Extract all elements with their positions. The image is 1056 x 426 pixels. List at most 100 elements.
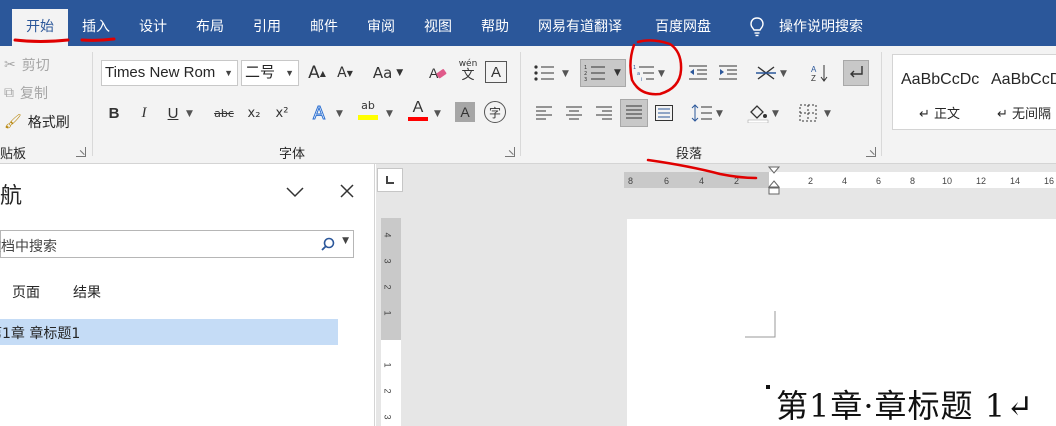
chevron-down-icon[interactable]: ▼: [658, 69, 665, 79]
close-icon[interactable]: [340, 184, 354, 198]
tab-home[interactable]: 开始: [12, 9, 68, 46]
text-effects-icon: A: [312, 102, 325, 123]
font-size-combobox[interactable]: 二号 ▼: [241, 60, 299, 86]
clear-formatting-button[interactable]: A: [426, 61, 450, 85]
ribbon-tab-bar: 开始 插入 设计 布局 引用 邮件 审阅 视图 帮助 网易有道翻译 百度网盘 操…: [0, 0, 1056, 46]
chevron-down-icon[interactable]: ▼: [824, 109, 831, 119]
text-effects-button[interactable]: A: [307, 101, 331, 125]
font-group-label: 字体: [279, 147, 306, 162]
tab-youdao-translate[interactable]: 网易有道翻译: [538, 0, 622, 46]
ruler-tick: 3: [382, 414, 393, 420]
decrease-indent-button[interactable]: [686, 61, 710, 85]
tab-baidu-netdisk[interactable]: 百度网盘: [655, 0, 711, 46]
underline-button[interactable]: U: [161, 101, 185, 125]
multilevel-list-button[interactable]: 1ai: [632, 61, 656, 85]
copy-button[interactable]: ⧉ 复制: [4, 83, 48, 103]
character-border-button[interactable]: A: [485, 61, 507, 83]
nav-pane-title: 导航: [0, 184, 23, 209]
style-normal-name[interactable]: ↵ 正文: [919, 103, 960, 122]
style-no-spacing-name[interactable]: ↵ 无间隔: [997, 103, 1051, 122]
font-dialog-launcher-icon[interactable]: [505, 147, 515, 157]
chevron-down-icon[interactable]: ▼: [772, 109, 779, 119]
tab-insert[interactable]: 插入: [82, 0, 110, 46]
chevron-down-icon[interactable]: ▼: [716, 109, 723, 119]
clipboard-dialog-launcher-icon[interactable]: [76, 147, 86, 157]
tab-layout[interactable]: 布局: [196, 0, 224, 46]
line-spacing-button[interactable]: [690, 101, 714, 125]
tab-review[interactable]: 审阅: [367, 0, 395, 46]
subscript-button[interactable]: x₂: [242, 101, 266, 125]
change-case-button[interactable]: Aa ▼: [370, 61, 406, 85]
chevron-down-icon[interactable]: ▼: [186, 109, 193, 119]
nav-heading-item[interactable]: 第1章 章标题1: [0, 319, 338, 345]
nav-search-input[interactable]: 在文档中搜索 ▼: [0, 230, 354, 258]
tab-selector[interactable]: [377, 168, 403, 192]
sort-button[interactable]: AZ: [808, 61, 832, 85]
strikethrough-icon: abc: [214, 106, 234, 120]
align-left-button[interactable]: [532, 101, 556, 125]
enclose-characters-button[interactable]: 字: [484, 101, 506, 123]
numbering-button[interactable]: 123 ▼: [580, 59, 626, 87]
ruler-margin-left: [624, 172, 769, 188]
horizontal-ruler[interactable]: 8 6 4 2 2 4 6 8 10 12 14 16: [624, 166, 1056, 195]
superscript-button[interactable]: x²: [270, 101, 294, 125]
paragraph-mark-icon: [850, 66, 863, 78]
chevron-down-icon[interactable]: ▼: [780, 69, 787, 79]
character-shading-button[interactable]: A: [455, 102, 475, 122]
tab-help[interactable]: 帮助: [481, 0, 509, 46]
lightbulb-icon[interactable]: [749, 17, 765, 37]
chevron-down-icon[interactable]: ▼: [336, 109, 343, 119]
underline-icon: U: [167, 104, 179, 122]
borders-icon: [799, 104, 817, 122]
format-painter-button[interactable]: 🖌 格式刷: [4, 112, 70, 132]
shading-button[interactable]: [746, 101, 770, 125]
justify-button[interactable]: [620, 99, 648, 127]
chevron-down-icon[interactable]: ▼: [386, 109, 393, 119]
font-name-combobox[interactable]: Times New Rom ▼: [101, 60, 238, 86]
vertical-ruler[interactable]: 4 3 2 1 1 2 3: [381, 218, 401, 426]
grow-font-button[interactable]: A ▲: [305, 61, 329, 85]
tab-references[interactable]: 引用: [253, 0, 281, 46]
align-center-button[interactable]: [562, 101, 586, 125]
bold-button[interactable]: B: [102, 101, 126, 125]
shrink-font-icon: A: [337, 65, 347, 81]
show-hide-marks-button[interactable]: [843, 60, 869, 86]
indent-marker-icon[interactable]: [768, 166, 780, 196]
chevron-down-icon[interactable]: ▼: [285, 61, 294, 85]
shrink-font-button[interactable]: A ▼: [333, 61, 357, 85]
chevron-down-icon[interactable]: ▼: [434, 109, 441, 119]
strikethrough-button[interactable]: abc: [210, 101, 238, 125]
nav-tab-results[interactable]: 结果: [73, 282, 101, 302]
search-icon[interactable]: [321, 237, 335, 251]
scissors-icon: ✂: [4, 57, 16, 73]
nav-tab-pages[interactable]: 页面: [12, 282, 40, 302]
chevron-down-icon[interactable]: ▼: [342, 236, 349, 246]
nav-heading-text: 第1章 章标题1: [0, 326, 81, 342]
style-normal-sample[interactable]: AaBbCcDc: [901, 71, 979, 89]
align-right-button[interactable]: [592, 101, 616, 125]
document-heading[interactable]: 第1章·章标题 1↵: [776, 381, 1034, 426]
tab-design[interactable]: 设计: [139, 0, 167, 46]
cut-button[interactable]: ✂ 剪切: [4, 55, 50, 75]
distributed-button[interactable]: [652, 101, 676, 125]
font-color-button[interactable]: A: [406, 98, 430, 122]
increase-indent-button[interactable]: [716, 61, 740, 85]
phonetic-guide-button[interactable]: wén 文: [456, 59, 480, 83]
chevron-down-icon[interactable]: [286, 186, 304, 198]
ruler-tick: 1: [382, 362, 393, 368]
font-size-value: 二号: [245, 64, 276, 81]
tell-me-search[interactable]: 操作说明搜索: [779, 0, 863, 46]
style-no-spacing-sample[interactable]: AaBbCcD: [991, 71, 1056, 89]
borders-button[interactable]: [796, 101, 820, 125]
bullets-button[interactable]: [532, 61, 556, 85]
chevron-down-icon[interactable]: ▼: [224, 61, 233, 85]
tab-mailings[interactable]: 邮件: [310, 0, 338, 46]
chinese-layout-button[interactable]: [754, 61, 778, 85]
clipboard-group-label: 贴板: [0, 147, 27, 162]
italic-button[interactable]: I: [132, 101, 156, 125]
chevron-down-icon[interactable]: ▼: [562, 69, 569, 79]
line-spacing-icon: [691, 104, 712, 122]
paragraph-dialog-launcher-icon[interactable]: [866, 147, 876, 157]
tab-view[interactable]: 视图: [424, 0, 452, 46]
highlight-button[interactable]: ab: [356, 98, 380, 122]
